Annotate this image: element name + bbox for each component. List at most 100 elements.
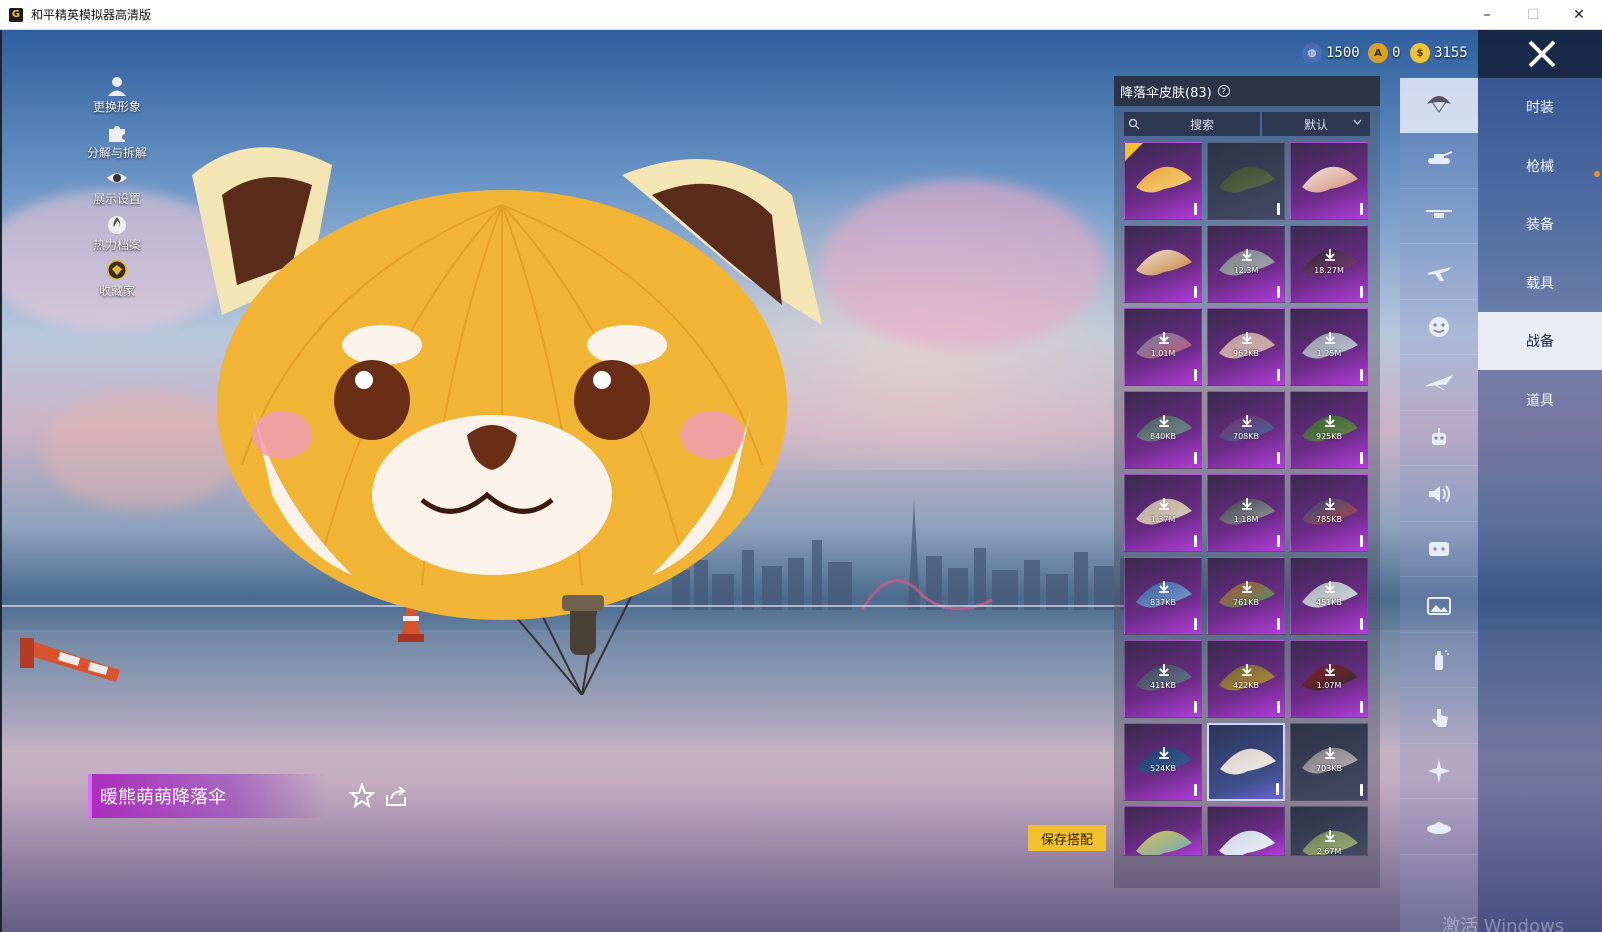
spray-icon[interactable] xyxy=(1400,633,1478,688)
help-icon[interactable]: ? xyxy=(1217,85,1230,97)
skin-tile[interactable] xyxy=(1207,806,1285,856)
currency-amount: 1500 xyxy=(1326,45,1360,61)
currency-amount: 0 xyxy=(1392,45,1401,61)
change-avatar-item[interactable]: 更换形象 xyxy=(72,75,162,121)
collector-item[interactable]: 收藏家 xyxy=(72,259,162,305)
sort-dropdown[interactable]: 默认 xyxy=(1262,112,1370,136)
skin-tile[interactable]: 422KB xyxy=(1207,640,1285,718)
skin-tile[interactable]: 761KB xyxy=(1207,557,1285,635)
skin-tile[interactable] xyxy=(1124,142,1202,220)
skin-tile[interactable] xyxy=(1207,723,1285,801)
download-size: 2.67M xyxy=(1316,847,1342,856)
minimize-button[interactable]: – xyxy=(1464,0,1510,30)
close-window-button[interactable]: ✕ xyxy=(1556,0,1602,30)
photo-icon[interactable] xyxy=(1400,578,1478,633)
flame-icon xyxy=(106,213,128,235)
tab-1[interactable]: 枪械 xyxy=(1478,137,1602,195)
skin-tile[interactable]: 703KB xyxy=(1290,723,1368,801)
parachute-thumbnail xyxy=(1302,581,1358,608)
tab-label: 载具 xyxy=(1526,275,1554,292)
parachute-thumbnail xyxy=(1302,249,1358,276)
skin-tile[interactable] xyxy=(1207,142,1285,220)
skin-tile[interactable]: 925KB xyxy=(1290,391,1368,469)
skin-tile[interactable]: 1.37M xyxy=(1124,474,1202,552)
skin-tile[interactable] xyxy=(1124,225,1202,303)
tab-0[interactable]: 时装 xyxy=(1478,78,1602,136)
parachute-thumbnail xyxy=(1220,748,1276,775)
skin-tile[interactable]: 1.07M xyxy=(1290,640,1368,718)
level-bar xyxy=(1360,452,1363,464)
tab-2[interactable]: 装备 xyxy=(1478,195,1602,253)
skin-tile[interactable]: 962KB xyxy=(1207,308,1285,386)
download-size: 962KB xyxy=(1232,349,1259,358)
quick-item-label: 收藏家 xyxy=(98,284,135,298)
skin-tile[interactable]: 785KB xyxy=(1290,474,1368,552)
skin-tile[interactable] xyxy=(1290,142,1368,220)
window-title: 和平精英模拟器高清版 xyxy=(31,8,152,22)
chat-bubble-icon[interactable] xyxy=(1400,522,1478,577)
sparkle-icon[interactable] xyxy=(1400,744,1478,799)
category-icon-column xyxy=(1400,78,1478,932)
save-outfit-button[interactable]: 保存搭配 xyxy=(1028,825,1106,851)
parachute-thumbnail xyxy=(1136,166,1192,193)
skin-tile[interactable]: 411KB xyxy=(1124,640,1202,718)
parachute-thumbnail xyxy=(1219,830,1275,855)
parachute-thumbnail xyxy=(1302,498,1358,525)
parachute-icon[interactable] xyxy=(1400,78,1478,133)
display-settings-item[interactable]: 展示设置 xyxy=(72,167,162,213)
face-icon[interactable] xyxy=(1400,300,1478,355)
speaker-icon[interactable] xyxy=(1400,467,1478,522)
download-size: 12.3M xyxy=(1233,266,1259,275)
quick-item-label: 展示设置 xyxy=(92,192,141,206)
skin-tile[interactable]: 1.25M xyxy=(1290,308,1368,386)
quick-item-label: 更换形象 xyxy=(92,100,141,114)
parachute-thumbnail xyxy=(1302,415,1358,442)
skin-tile[interactable]: 12.3M xyxy=(1207,225,1285,303)
search-input[interactable]: 搜索 xyxy=(1124,112,1260,136)
decompose-item[interactable]: 分解与拆解 xyxy=(72,121,162,167)
red-panda-parachute xyxy=(192,147,822,695)
share-icon[interactable] xyxy=(382,782,410,810)
item-name-banner: 暖熊萌萌降落伞 xyxy=(88,774,328,818)
parachute-thumbnail xyxy=(1219,664,1275,691)
download-icon xyxy=(1159,415,1169,427)
search-icon xyxy=(1124,112,1144,136)
download-size: 925KB xyxy=(1315,432,1342,441)
equipped-tag xyxy=(1125,143,1143,161)
skin-tile[interactable]: 1.18M xyxy=(1207,474,1285,552)
tab-3[interactable]: 载具 xyxy=(1478,254,1602,312)
tap-icon[interactable] xyxy=(1400,689,1478,744)
skin-tile[interactable]: 2.67M xyxy=(1290,806,1368,856)
skin-tile[interactable]: 524KB xyxy=(1124,723,1202,801)
skin-tile[interactable]: 840KB xyxy=(1124,391,1202,469)
tab-5[interactable]: 道具 xyxy=(1478,371,1602,429)
ufo-icon[interactable] xyxy=(1400,800,1478,855)
currency-a: A 0 xyxy=(1368,42,1400,64)
download-icon xyxy=(1159,747,1169,759)
plane-icon[interactable] xyxy=(1400,245,1478,300)
skin-tile[interactable]: 708KB xyxy=(1207,391,1285,469)
close-icon[interactable] xyxy=(1524,36,1560,72)
drone-icon[interactable] xyxy=(1400,189,1478,244)
robot-icon[interactable] xyxy=(1400,411,1478,466)
skin-tile[interactable]: 18.27M xyxy=(1290,225,1368,303)
skin-tile[interactable]: 837KB xyxy=(1124,557,1202,635)
tab-4[interactable]: 战备 xyxy=(1478,312,1602,370)
favorite-star-icon[interactable] xyxy=(348,782,376,810)
parachute-thumbnail xyxy=(1136,498,1192,525)
heat-archive-item[interactable]: 热力档案 xyxy=(72,213,162,259)
collector-badge-icon xyxy=(106,259,128,281)
parachute-thumbnail xyxy=(1219,498,1275,525)
download-icon xyxy=(1325,415,1335,427)
download-size: 1.37M xyxy=(1150,515,1176,524)
download-size: 411KB xyxy=(1149,681,1176,690)
skin-tile[interactable]: 1.01M xyxy=(1124,308,1202,386)
skin-tile[interactable]: 451KB xyxy=(1290,557,1368,635)
level-bar xyxy=(1194,618,1197,630)
tank-icon[interactable] xyxy=(1400,134,1478,189)
glider-icon[interactable] xyxy=(1400,356,1478,411)
maximize-button[interactable]: ☐ xyxy=(1510,0,1556,30)
activation-watermark: 激活 Windows xyxy=(1442,916,1565,932)
skin-tile[interactable] xyxy=(1124,806,1202,856)
parachute-thumbnail xyxy=(1219,332,1275,359)
